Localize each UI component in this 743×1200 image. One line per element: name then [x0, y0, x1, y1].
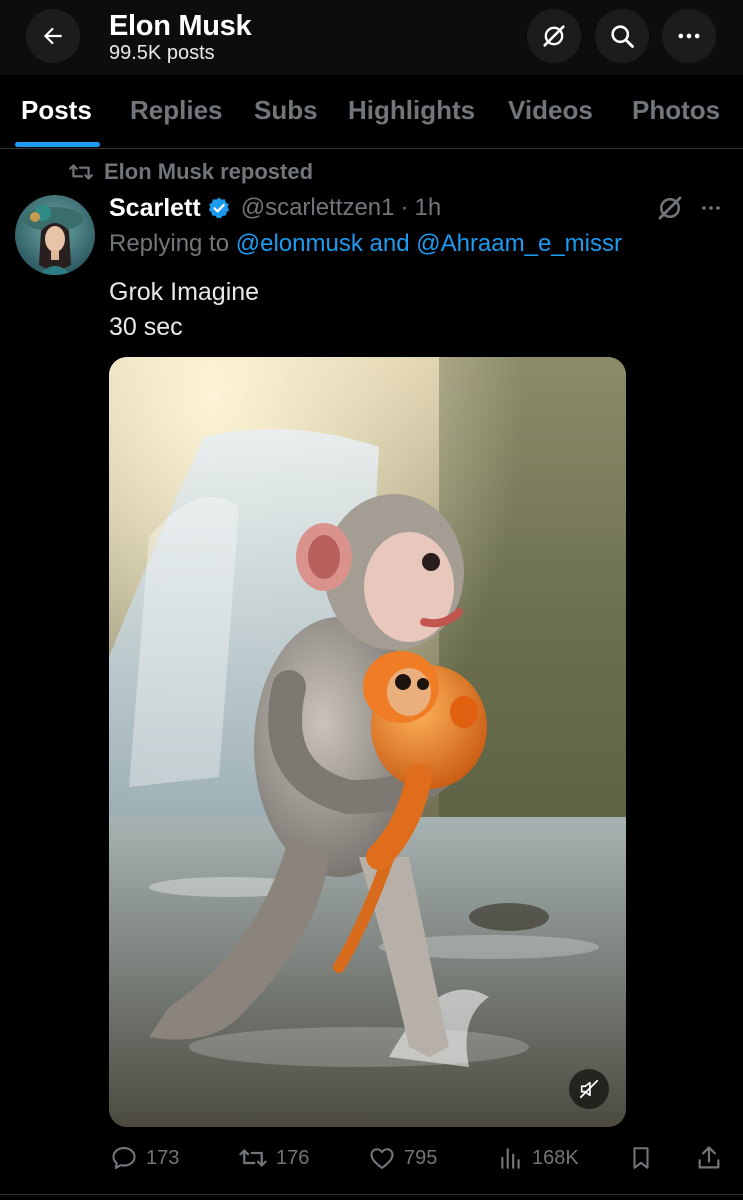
post-timestamp[interactable]: 1h [414, 194, 441, 222]
like-count: 795 [404, 1146, 438, 1169]
reply-prefix: Replying to [109, 230, 230, 257]
profile-tabs: Posts Replies Subs Highlights Videos Pho… [0, 75, 743, 149]
verified-badge-icon [208, 197, 229, 219]
page-title: Elon Musk [109, 10, 252, 42]
tab-replies[interactable]: Replies [130, 95, 223, 126]
post-text-line: Grok Imagine [109, 278, 260, 306]
bookmark-icon [633, 1147, 649, 1169]
repost-count: 176 [276, 1146, 310, 1169]
post-text: Grok Imagine 30 sec [109, 275, 259, 345]
mention-conjunction: and [369, 230, 410, 257]
share-icon [698, 1146, 720, 1169]
author-handle[interactable]: @scarlettzen1 [241, 194, 395, 222]
repost-context[interactable]: Elon Musk reposted [68, 157, 313, 187]
reply-icon [112, 1147, 136, 1169]
post-actions: 173 176 795 168K [0, 1138, 743, 1178]
views-icon [501, 1148, 520, 1169]
volume-muted-icon [579, 1079, 599, 1099]
profile-header: Elon Musk 99.5K posts [0, 0, 743, 75]
more-horizontal-icon [678, 33, 700, 39]
search-button[interactable] [595, 9, 649, 63]
post-text-line: 30 sec [109, 313, 183, 341]
author-name[interactable]: Scarlett [109, 194, 201, 223]
reply-button[interactable]: 173 [110, 1138, 179, 1178]
tab-subs[interactable]: Subs [254, 95, 318, 126]
replying-to: Replying to @elonmusk and @Ahraam_e_miss… [109, 230, 622, 258]
post-count: 99.5K posts [109, 42, 215, 64]
tab-photos[interactable]: Photos [632, 95, 720, 126]
tab-posts[interactable]: Posts [21, 95, 92, 126]
more-horizontal-icon [702, 206, 720, 210]
avatar[interactable] [15, 195, 95, 275]
arrow-left-icon [43, 27, 62, 45]
active-tab-indicator [15, 142, 100, 147]
repost-label: Elon Musk reposted [104, 159, 314, 184]
mute-toggle-button[interactable] [569, 1069, 609, 1109]
tab-videos[interactable]: Videos [508, 95, 593, 126]
views-button[interactable]: 168K [498, 1138, 579, 1178]
mention-ahraam[interactable]: @Ahraam_e_missr [416, 230, 622, 257]
author-line: Scarlett @scarlettzen1 · 1h [109, 190, 441, 226]
post-divider [0, 1194, 743, 1195]
tab-highlights[interactable]: Highlights [348, 95, 475, 126]
repost-icon [239, 1149, 267, 1167]
grok-icon [658, 196, 682, 220]
grok-button[interactable] [527, 9, 581, 63]
post-video[interactable] [109, 357, 626, 1127]
grok-icon [543, 25, 565, 47]
like-button[interactable]: 795 [368, 1138, 437, 1178]
repost-icon [69, 164, 93, 180]
post-more-button[interactable] [697, 196, 725, 225]
repost-button[interactable]: 176 [238, 1138, 309, 1178]
more-options-button[interactable] [662, 9, 716, 63]
meta-separator: · [400, 194, 409, 221]
view-count: 168K [532, 1146, 579, 1169]
reply-count: 173 [146, 1146, 180, 1169]
search-icon [611, 25, 634, 48]
bookmark-button[interactable] [628, 1138, 654, 1178]
post-grok-button[interactable] [655, 193, 685, 228]
mention-elonmusk[interactable]: @elonmusk [236, 230, 363, 257]
heart-icon [370, 1148, 394, 1169]
back-button[interactable] [26, 9, 80, 63]
share-button[interactable] [695, 1138, 723, 1178]
